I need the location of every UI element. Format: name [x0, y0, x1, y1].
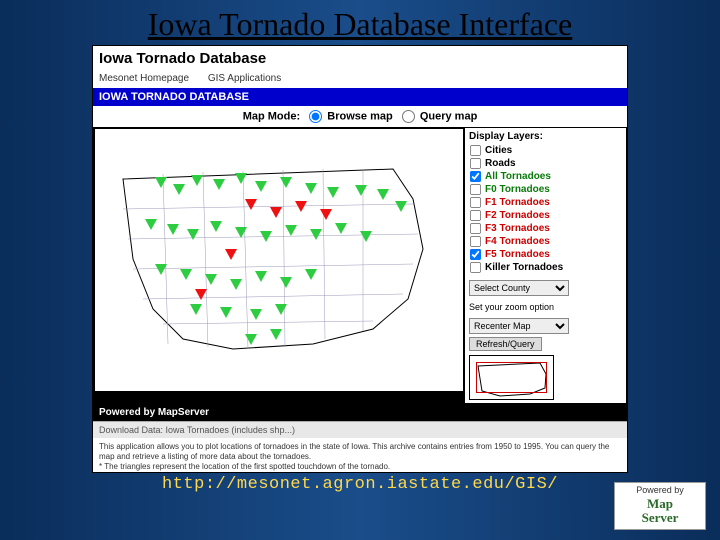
layers-header: Display Layers:	[469, 131, 622, 142]
county-select[interactable]: Select County	[469, 280, 569, 296]
layer-f5-label: F5 Tornadoes	[485, 248, 550, 261]
mslogo-top: Powered by	[615, 485, 705, 495]
desc-line1: This application allows you to plot loca…	[99, 442, 621, 462]
layer-f2-label: F2 Tornadoes	[485, 209, 550, 222]
tornado-marker-icon	[173, 184, 185, 195]
nav-links: Mesonet Homepage GIS Applications	[93, 71, 627, 88]
section-header: IOWA TORNADO DATABASE	[93, 88, 627, 106]
tornado-marker-icon	[335, 223, 347, 234]
map-canvas[interactable]	[94, 128, 464, 392]
tornado-marker-icon	[255, 181, 267, 192]
nav-home[interactable]: Mesonet Homepage	[99, 73, 189, 84]
tornado-marker-f5-icon	[245, 199, 257, 210]
tornado-marker-icon	[395, 201, 407, 212]
tornado-marker-icon	[155, 264, 167, 275]
mode-browse-label: Browse map	[327, 110, 392, 122]
tornado-marker-icon	[245, 334, 257, 345]
map-mode-row: Map Mode: Browse map Query map	[93, 106, 627, 127]
powered-label: Powered by MapServer	[99, 407, 209, 418]
tornado-marker-icon	[155, 177, 167, 188]
tornado-marker-icon	[187, 229, 199, 240]
download-row[interactable]: Download Data: Iowa Tornadoes (includes …	[93, 421, 627, 438]
refresh-button[interactable]: Refresh/Query	[469, 337, 542, 351]
tornado-marker-icon	[355, 185, 367, 196]
tornado-marker-f5-icon	[320, 209, 332, 220]
layer-f5-check[interactable]	[470, 249, 481, 260]
mslogo-l1: Map	[615, 497, 705, 510]
tornado-marker-icon	[205, 274, 217, 285]
layer-f0-check[interactable]	[470, 184, 481, 195]
powered-row: Powered by MapServer	[93, 404, 627, 421]
mslogo-l2: Server	[615, 510, 705, 526]
main-row: Display Layers: Cities Roads All Tornado…	[93, 127, 627, 404]
tornado-marker-icon	[250, 309, 262, 320]
tornado-marker-icon	[275, 304, 287, 315]
tornado-marker-icon	[210, 221, 222, 232]
overview-extent-icon	[476, 362, 547, 393]
tornado-marker-icon	[270, 329, 282, 340]
layer-all-label: All Tornadoes	[485, 170, 551, 183]
tornado-marker-icon	[310, 229, 322, 240]
tornado-marker-f5-icon	[195, 289, 207, 300]
map-mode-label: Map Mode:	[243, 110, 300, 122]
layer-killer-check[interactable]	[470, 262, 481, 273]
tornado-marker-f5-icon	[225, 249, 237, 260]
slide-title: Iowa Tornado Database Interface	[0, 0, 720, 45]
layer-f3-check[interactable]	[470, 223, 481, 234]
tornado-marker-icon	[145, 219, 157, 230]
layer-f4-label: F4 Tornadoes	[485, 235, 550, 248]
layer-f3-label: F3 Tornadoes	[485, 222, 550, 235]
tornado-marker-icon	[190, 304, 202, 315]
layer-f1-check[interactable]	[470, 197, 481, 208]
tornado-marker-icon	[191, 175, 203, 186]
mode-browse-radio[interactable]	[309, 110, 322, 123]
tornado-marker-icon	[167, 224, 179, 235]
app-title: Iowa Tornado Database	[93, 46, 627, 71]
tornado-marker-icon	[260, 231, 272, 242]
mode-query-radio[interactable]	[402, 110, 415, 123]
tornado-marker-icon	[255, 271, 267, 282]
tornado-marker-icon	[327, 187, 339, 198]
tornado-marker-icon	[377, 189, 389, 200]
tornado-marker-f5-icon	[295, 201, 307, 212]
footer-url: http://mesonet.agron.iastate.edu/GIS/	[0, 475, 720, 494]
tornado-marker-icon	[180, 269, 192, 280]
zoom-select[interactable]: Recenter Map	[469, 318, 569, 334]
overview-map[interactable]	[469, 355, 554, 400]
tornado-marker-icon	[280, 177, 292, 188]
tornado-marker-icon	[235, 173, 247, 184]
layer-roads-label: Roads	[485, 157, 516, 170]
layers-panel: Display Layers: Cities Roads All Tornado…	[464, 128, 626, 403]
layer-cities-label: Cities	[485, 144, 512, 157]
layer-roads-check[interactable]	[470, 158, 481, 169]
layer-f4-check[interactable]	[470, 236, 481, 247]
mapserver-logo: Powered by Map Server	[614, 482, 706, 530]
tornado-marker-icon	[220, 307, 232, 318]
nav-gis[interactable]: GIS Applications	[208, 73, 281, 84]
layer-f0-label: F0 Tornadoes	[485, 183, 550, 196]
layer-f2-check[interactable]	[470, 210, 481, 221]
tornado-marker-icon	[305, 183, 317, 194]
app-frame: Iowa Tornado Database Mesonet Homepage G…	[92, 45, 628, 473]
tornado-marker-f5-icon	[270, 207, 282, 218]
tornado-marker-icon	[235, 227, 247, 238]
zoom-label: Set your zoom option	[469, 302, 622, 312]
layer-cities-check[interactable]	[470, 145, 481, 156]
mode-query-label: Query map	[420, 110, 477, 122]
tornado-marker-icon	[280, 277, 292, 288]
tornado-marker-icon	[305, 269, 317, 280]
description: This application allows you to plot loca…	[93, 438, 627, 472]
tornado-marker-icon	[285, 225, 297, 236]
tornado-marker-icon	[360, 231, 372, 242]
desc-line2: * The triangles represent the location o…	[99, 462, 621, 472]
layer-killer-label: Killer Tornadoes	[485, 261, 563, 274]
tornado-marker-icon	[230, 279, 242, 290]
layer-f1-label: F1 Tornadoes	[485, 196, 550, 209]
layer-all-check[interactable]	[470, 171, 481, 182]
tornado-marker-icon	[213, 179, 225, 190]
